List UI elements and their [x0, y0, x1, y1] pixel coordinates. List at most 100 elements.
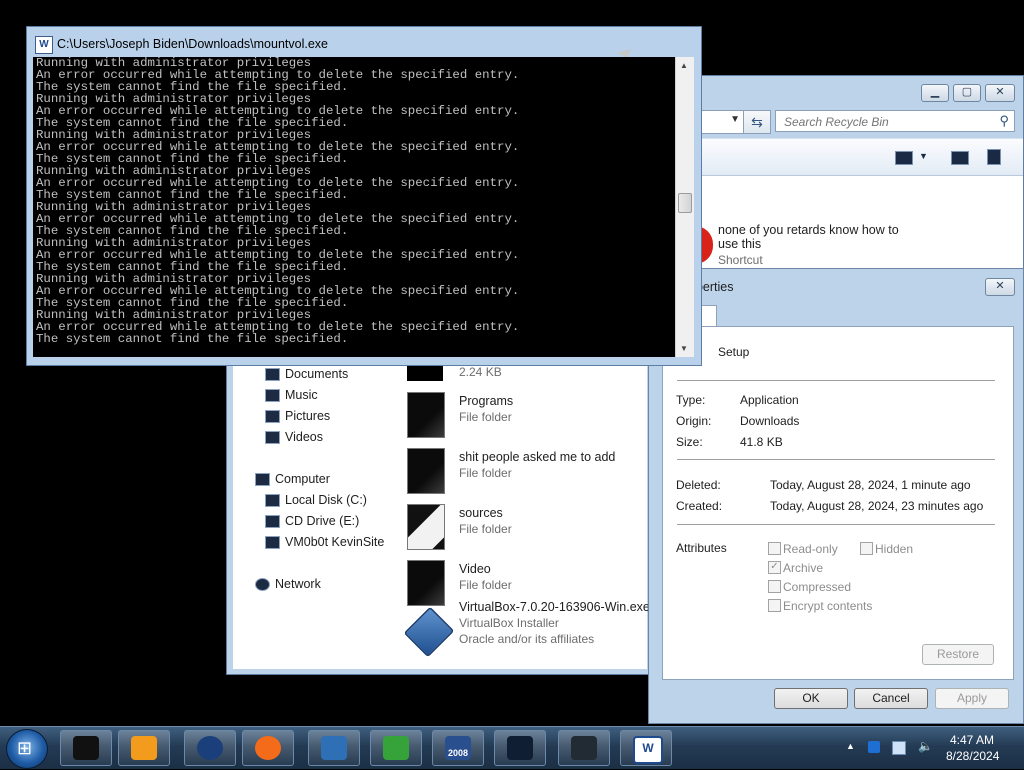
- console-output: Running with administrator privileges An…: [33, 57, 675, 357]
- refresh-icon[interactable]: ⇆: [743, 110, 771, 134]
- nav-item-documents[interactable]: Documents: [265, 365, 348, 383]
- action-center-icon[interactable]: [868, 741, 880, 753]
- nav-item-network-drive[interactable]: VM0b0t KevinSite: [265, 533, 384, 551]
- cd-drive-icon: [265, 515, 280, 528]
- type-label: Type:: [676, 393, 706, 407]
- console-text: Running with administrator privileges An…: [36, 57, 520, 346]
- encrypt-label: Encrypt contents: [783, 599, 873, 613]
- archive-label: Archive: [783, 561, 824, 575]
- nav-item-videos[interactable]: Videos: [265, 428, 323, 446]
- firefox-icon: [255, 736, 281, 760]
- list-item[interactable]: sources File folder: [407, 502, 647, 552]
- toolbar: ▼: [701, 138, 1023, 176]
- origin-value: Downloads: [740, 414, 800, 428]
- list-item[interactable]: Programs File folder: [407, 390, 647, 440]
- monitor-graph-icon: [507, 736, 533, 760]
- restore-button[interactable]: Restore: [922, 644, 994, 665]
- virtualbox-icon: [321, 736, 347, 760]
- virtualbox-icon: [403, 606, 455, 658]
- created-label: Created:: [676, 499, 723, 513]
- maximize-button[interactable]: ▢: [953, 84, 981, 102]
- taskbar-button[interactable]: [308, 730, 360, 766]
- taskbar-button[interactable]: [494, 730, 546, 766]
- word-icon: W: [633, 736, 663, 764]
- apply-button[interactable]: Apply: [935, 688, 1009, 709]
- calendar-2008-icon: 2008: [445, 736, 471, 760]
- deleted-value: Today, August 28, 2024, 1 minute ago: [770, 478, 971, 492]
- taskbar: ⊞ 2008 W ▲ 🔈 4:47 AM 8/28/2024: [0, 726, 1024, 769]
- ok-button[interactable]: OK: [774, 688, 848, 709]
- clock-time[interactable]: 4:47 AM: [950, 733, 994, 747]
- search-input[interactable]: [782, 114, 986, 130]
- word-icon: W: [35, 36, 53, 54]
- hidden-checkbox[interactable]: [860, 542, 873, 555]
- views-icon[interactable]: [895, 151, 913, 165]
- search-icon[interactable]: ⚲: [999, 113, 1009, 129]
- shortcut-item[interactable]: none of you retards know how to use this…: [695, 223, 1011, 270]
- nav-item-computer[interactable]: Computer: [255, 470, 330, 488]
- readonly-checkbox[interactable]: [768, 542, 781, 555]
- network-status-icon[interactable]: [892, 741, 906, 755]
- volume-icon[interactable]: 🔈: [918, 739, 933, 753]
- folder-icon: [407, 504, 445, 550]
- close-button[interactable]: ✕: [985, 84, 1015, 102]
- help-icon[interactable]: [987, 149, 1001, 165]
- system-tray: ▲ 🔈 4:47 AM 8/28/2024: [840, 727, 1024, 769]
- nav-item-pictures[interactable]: Pictures: [265, 407, 330, 425]
- terminal-icon: [73, 736, 99, 760]
- console-window: W C:\Users\Joseph Biden\Downloads\mountv…: [26, 26, 702, 366]
- folder-icon: [407, 560, 445, 606]
- chevron-up-icon[interactable]: ▲: [846, 741, 858, 753]
- size-value: 41.8 KB: [740, 435, 783, 449]
- taskbar-button[interactable]: 2008: [432, 730, 484, 766]
- network-icon: [255, 578, 270, 591]
- encrypt-checkbox[interactable]: [768, 599, 781, 612]
- scroll-up-icon[interactable]: ▲: [680, 61, 688, 70]
- chevron-down-icon[interactable]: ▼: [919, 151, 928, 161]
- preview-pane-icon[interactable]: [951, 151, 969, 165]
- taskbar-button[interactable]: [184, 730, 236, 766]
- start-button[interactable]: ⊞: [6, 729, 48, 769]
- taskbar-button[interactable]: W: [620, 730, 672, 766]
- compressed-label: Compressed: [783, 580, 852, 594]
- documents-icon: [265, 368, 280, 381]
- windows-logo-icon: ⊞: [17, 738, 33, 758]
- pictures-icon: [265, 410, 280, 423]
- clock-date[interactable]: 8/28/2024: [946, 749, 999, 763]
- nav-item-music[interactable]: Music: [265, 386, 318, 404]
- shortcut-name-line2: use this: [718, 237, 762, 251]
- nav-item-local-disk[interactable]: Local Disk (C:): [265, 491, 367, 509]
- hard-drive-icon: [265, 494, 280, 507]
- nav-item-cd-drive[interactable]: CD Drive (E:): [265, 512, 359, 530]
- chevron-down-icon[interactable]: ▼: [730, 114, 740, 125]
- file-list: 2.24 KB Programs File folder shit people…: [393, 353, 650, 669]
- taskbar-button[interactable]: [558, 730, 610, 766]
- scrollbar-thumb[interactable]: [678, 193, 692, 213]
- list-item[interactable]: VirtualBox-7.0.20-163906-Win.exe Virtual…: [403, 600, 650, 666]
- divider: [677, 459, 995, 460]
- vertical-scrollbar[interactable]: ▲ ▼: [675, 57, 694, 357]
- compressed-checkbox[interactable]: [768, 580, 781, 593]
- type-value: Application: [740, 393, 799, 407]
- scroll-down-icon[interactable]: ▼: [680, 344, 688, 353]
- readonly-label: Read-only: [783, 542, 838, 556]
- taskbar-button[interactable]: [60, 730, 112, 766]
- globe-icon: [197, 736, 223, 760]
- address-bar[interactable]: ▼: [701, 110, 745, 134]
- taskbar-button[interactable]: [118, 730, 170, 766]
- properties-dialog: operties ✕ al Setup Type: Application Or…: [648, 268, 1024, 724]
- size-label: Size:: [676, 435, 703, 449]
- nav-item-network[interactable]: Network: [255, 575, 321, 593]
- window-title: C:\Users\Joseph Biden\Downloads\mountvol…: [57, 37, 328, 51]
- minimize-button[interactable]: ▁: [921, 84, 949, 102]
- taskbar-button[interactable]: [370, 730, 422, 766]
- network-drive-icon: [265, 536, 280, 549]
- drive-icon: [571, 736, 597, 760]
- shortcut-name: none of you retards know how to: [718, 223, 899, 237]
- cancel-button[interactable]: Cancel: [854, 688, 928, 709]
- taskbar-button[interactable]: [242, 730, 294, 766]
- close-button[interactable]: ✕: [985, 278, 1015, 296]
- list-item[interactable]: shit people asked me to add File folder: [407, 446, 647, 496]
- search-input-box[interactable]: ⚲: [775, 110, 1015, 132]
- archive-checkbox[interactable]: ✓: [768, 561, 781, 574]
